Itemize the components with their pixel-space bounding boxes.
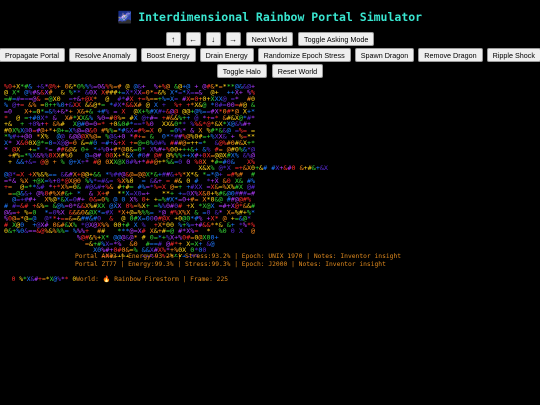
world-status-text: World: 🔥 Rainbow Firestorm | Frame: 225: [76, 276, 229, 283]
drain-energy-button[interactable]: Drain Energy: [199, 48, 254, 62]
portal-status-line-1: Portal AX13 | Energy:93.2% | Stress:93.2…: [75, 253, 402, 260]
arrow-down-icon: ↓: [211, 34, 216, 44]
boost-energy-button[interactable]: Boost Energy: [140, 48, 196, 62]
control-bar: Toggle Halo Reset World: [0, 64, 540, 78]
world-status-decoration: 0 %*X&#+=*X@%** 0: [12, 276, 77, 283]
arrow-right-button[interactable]: →: [225, 32, 241, 46]
portal-ascii-canvas[interactable]: %0+X*#& +&*@%+ 0&*0%%%=0&%%=# @ @&+ %+%@…: [4, 82, 334, 257]
arrow-right-icon: →: [229, 34, 238, 44]
world-status-line: 0 %*X&#+=*X@%** 0World: 🔥 Rainbow Firest…: [4, 268, 228, 284]
toggle-asking-mode-button[interactable]: Toggle Asking Mode: [298, 32, 375, 46]
arrow-up-icon: ↑: [171, 34, 176, 44]
galaxy-icon: 🌌: [117, 10, 133, 24]
arrow-left-icon: ←: [189, 34, 198, 44]
app-title: 🌌 Interdimensional Rainbow Portal Simulat…: [0, 10, 540, 24]
arrow-up-button[interactable]: ↑: [165, 32, 181, 46]
randomize-epoch-stress-button[interactable]: Randomize Epoch Stress: [257, 48, 351, 62]
resolve-anomaly-button[interactable]: Resolve Anomaly: [68, 48, 137, 62]
ripple-shock-button[interactable]: Ripple Shock: [486, 48, 540, 62]
app-title-text: Interdimensional Rainbow Portal Simulato…: [138, 10, 423, 24]
arrow-left-button[interactable]: ←: [185, 32, 201, 46]
action-bar: Propagate Portal Resolve Anomaly Boost E…: [0, 48, 540, 62]
spawn-dragon-button[interactable]: Spawn Dragon: [354, 48, 415, 62]
toggle-halo-button[interactable]: Toggle Halo: [216, 64, 267, 78]
navigation-bar: ↑ ← ↓ → Next World Toggle Asking Mode: [0, 32, 540, 46]
remove-dragon-button[interactable]: Remove Dragon: [418, 48, 483, 62]
propagate-portal-button[interactable]: Propagate Portal: [0, 48, 65, 62]
arrow-down-button[interactable]: ↓: [205, 32, 221, 46]
next-world-button[interactable]: Next World: [245, 32, 294, 46]
reset-world-button[interactable]: Reset World: [271, 64, 324, 78]
